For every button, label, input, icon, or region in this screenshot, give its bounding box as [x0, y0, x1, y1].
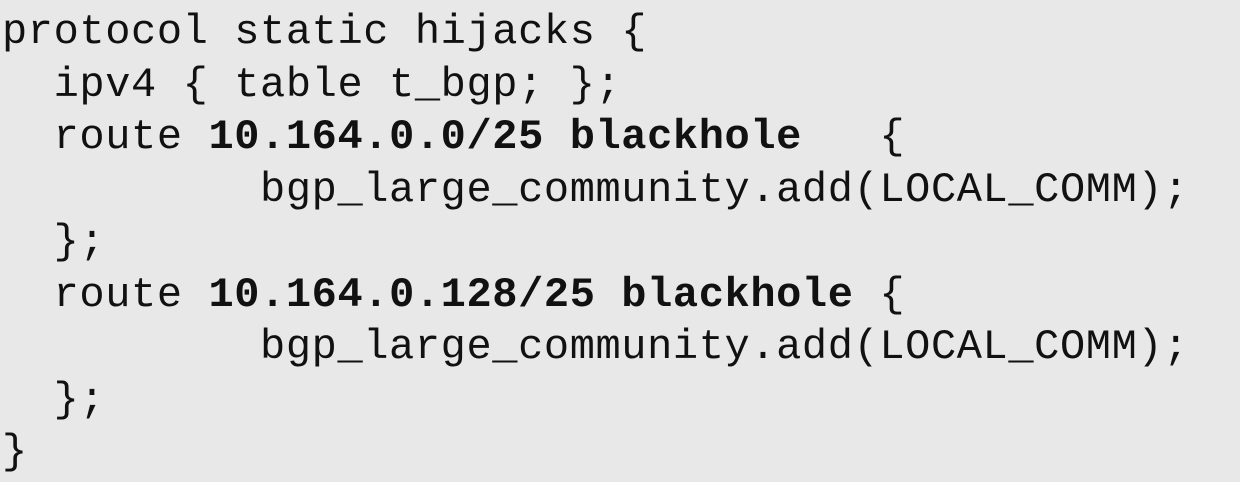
code-line-protocol-close: } — [2, 428, 28, 476]
code-line-community-add-2: bgp_large_community.add(LOCAL_COMM); — [2, 323, 1189, 371]
code-block: protocol static hijacks { ipv4 { table t… — [0, 0, 1240, 482]
code-line-route-2: route 10.164.0.128/25 blackhole { — [2, 269, 1240, 322]
route-open-brace: { — [853, 270, 906, 319]
route-open-brace: { — [801, 113, 906, 161]
route-keyword: route — [2, 270, 209, 319]
route-prefix-bold: 10.164.0.128/25 blackhole — [208, 270, 854, 319]
code-line-route-1: route 10.164.0.0/25 blackhole { — [2, 111, 1240, 164]
code-line-route-close-2: }; — [2, 375, 106, 424]
code-line-community-add-1: bgp_large_community.add(LOCAL_COMM); — [2, 165, 1189, 214]
code-line-route-close-1: }; — [2, 218, 106, 266]
route-keyword: route — [2, 113, 209, 161]
code-line-protocol-header: protocol static hijacks { — [2, 8, 648, 56]
code-line-ipv4-table: ipv4 { table t_bgp; }; — [2, 60, 622, 109]
route-prefix-bold: 10.164.0.0/25 blackhole — [208, 113, 802, 161]
